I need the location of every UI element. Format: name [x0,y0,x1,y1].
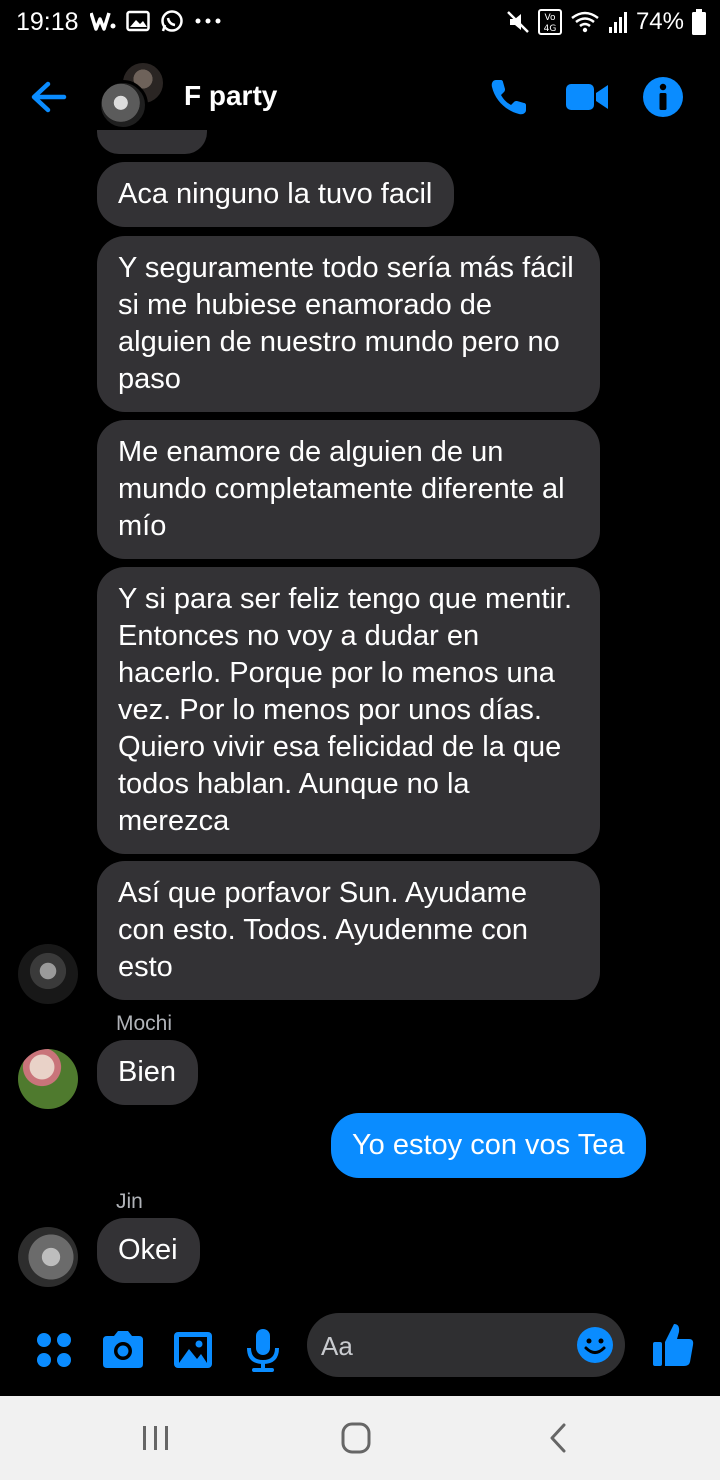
message-input-placeholder: Aa [321,1331,353,1361]
status-time: 19:18 [16,8,79,36]
message-bubble[interactable]: Me enamore de alguien de un mundo comple… [97,420,600,559]
whatsapp-icon [161,10,183,32]
sender-avatar[interactable] [18,944,78,1004]
message-bubble[interactable]: Y seguramente todo sería más fácil si me… [97,236,600,412]
emoji-icon[interactable] [575,1325,615,1365]
w-icon [90,12,116,31]
apps-icon[interactable] [30,1326,78,1374]
message-bubble[interactable]: Aca ninguno la tuvo facil [97,162,455,227]
info-icon[interactable] [640,74,686,120]
battery-icon [692,9,706,35]
system-icons: Vo 4G 74% [506,8,706,36]
chat-header: F party [0,52,720,142]
message-bubble[interactable]: Okei [97,1218,200,1283]
chat-title[interactable]: F party [184,80,277,112]
message-composer: Aa [0,1308,720,1394]
wifi-icon [571,11,599,33]
more-icon [195,18,221,24]
message-bubble[interactable]: Bien [97,1040,199,1105]
group-avatar[interactable] [98,60,170,132]
notification-icons [90,9,222,33]
sender-name: Jin [116,1190,143,1213]
svg-text:Vo: Vo [544,13,555,23]
like-icon[interactable] [650,1320,696,1370]
message-input[interactable]: Aa [307,1313,625,1377]
message-bubble-partial [97,130,207,154]
volte-4g-icon: Vo 4G [537,9,562,35]
message-bubble[interactable]: Y si para ser feliz tengo que mentir. En… [97,567,600,854]
image-icon[interactable] [169,1326,217,1374]
camera-icon[interactable] [99,1326,147,1374]
sender-name: Mochi [116,1012,173,1035]
battery-percent: 74% [635,8,684,35]
sender-avatar[interactable] [18,1049,78,1109]
svg-text:4G: 4G [544,24,557,34]
gallery-icon [126,10,150,32]
status-bar: 19:18 Vo 4G 74% [0,0,720,44]
recents-icon[interactable] [136,1422,176,1454]
video-call-icon[interactable] [564,74,610,120]
message-bubble[interactable]: Así que porfavor Sun. Ayudame con esto. … [97,861,600,1000]
mute-icon [507,11,529,33]
sender-avatar[interactable] [18,1227,78,1287]
signal-icon [608,12,627,33]
phone-call-icon[interactable] [486,74,532,120]
home-icon[interactable] [336,1422,376,1454]
message-bubble-outgoing[interactable]: Yo estoy con vos Tea [331,1113,647,1178]
back-arrow-icon[interactable] [26,74,72,120]
back-icon[interactable] [540,1422,580,1454]
group-avatar-member-2 [98,80,148,130]
microphone-icon[interactable] [239,1326,287,1374]
system-navigation-bar [0,1396,720,1480]
